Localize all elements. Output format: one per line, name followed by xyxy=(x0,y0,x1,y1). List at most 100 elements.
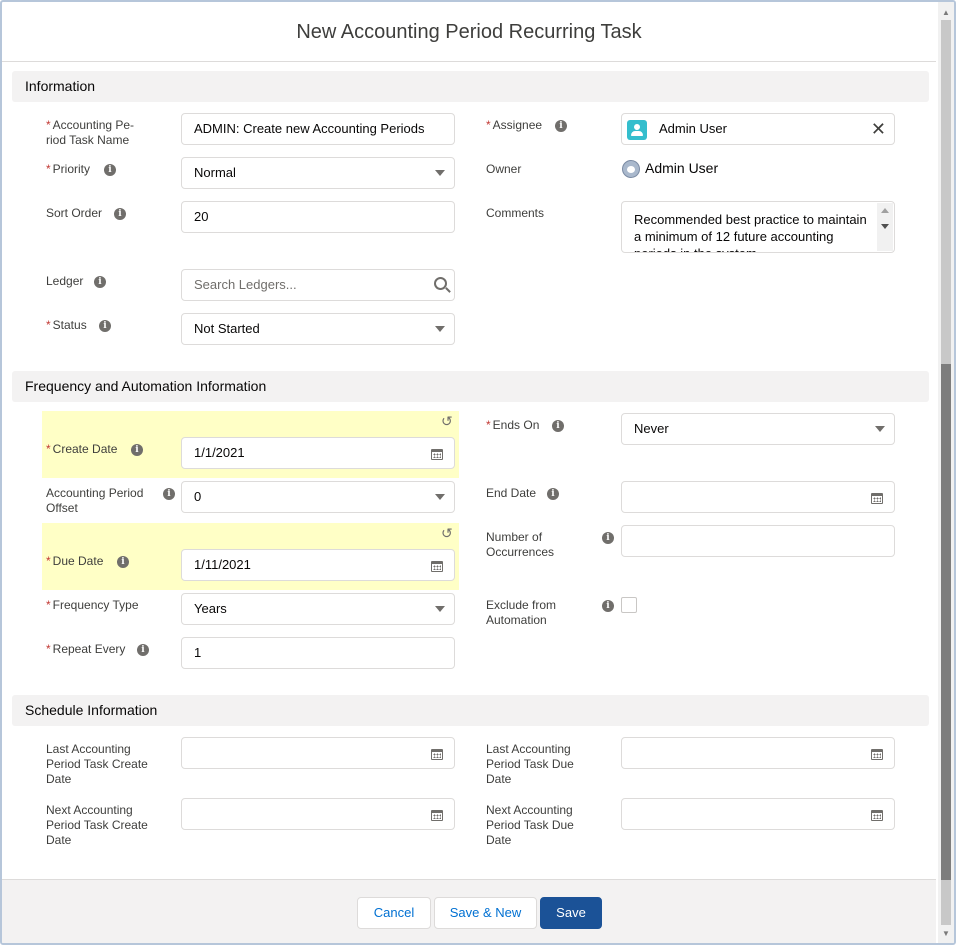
assignee-value: Admin User xyxy=(659,121,727,136)
comments-label: Comments xyxy=(486,206,545,220)
status-info-icon[interactable]: i xyxy=(99,320,111,332)
status-value: Not Started xyxy=(194,321,260,336)
next-due-date-label: Next Accounting Period Task Due Date xyxy=(486,803,574,847)
repeat-every-info-icon[interactable]: i xyxy=(137,644,149,656)
section-frequency[interactable]: Frequency and Automation Information xyxy=(12,371,929,402)
owner-value[interactable]: Admin User xyxy=(645,160,718,176)
ends-on-value: Never xyxy=(634,421,669,436)
ledger-search-input[interactable]: Search Ledgers... xyxy=(181,269,455,301)
scroll-thumb[interactable] xyxy=(941,364,951,880)
next-due-date-input[interactable] xyxy=(621,798,895,830)
sort-order-label: Sort Order xyxy=(46,206,103,220)
occurrences-input[interactable] xyxy=(621,525,895,557)
ledger-label: Ledger xyxy=(46,274,84,288)
calendar-icon[interactable] xyxy=(871,493,883,504)
ends-on-select[interactable]: Never xyxy=(621,413,895,445)
due-date-label: * Due Date xyxy=(46,554,104,568)
calendar-icon[interactable] xyxy=(871,810,883,821)
modal-header: New Accounting Period Recurring Task xyxy=(2,2,936,62)
exclude-automation-info-icon[interactable]: i xyxy=(602,600,614,612)
period-offset-value: 0 xyxy=(194,489,202,504)
page-scrollbar[interactable]: ▲ ▼ xyxy=(938,2,954,943)
calendar-icon[interactable] xyxy=(871,749,883,760)
avatar xyxy=(622,160,640,178)
exclude-automation-checkbox[interactable] xyxy=(621,597,637,613)
assignee-lookup[interactable]: Admin User ✕ xyxy=(621,113,895,145)
priority-value: Normal xyxy=(194,165,236,180)
undo-icon[interactable]: ↺ xyxy=(441,413,453,430)
calendar-icon[interactable] xyxy=(431,449,443,460)
chevron-down-icon xyxy=(875,426,885,432)
last-due-date-input[interactable] xyxy=(621,737,895,769)
create-date-value: 1/1/2021 xyxy=(194,445,245,460)
last-create-date-input[interactable] xyxy=(181,737,455,769)
next-create-date-label: Next Accounting Period Task Create Date xyxy=(46,803,148,847)
modal-title: New Accounting Period Recurring Task xyxy=(296,20,642,43)
save-button[interactable]: Save xyxy=(540,897,602,929)
due-date-value: 1/11/2021 xyxy=(194,557,251,572)
section-schedule[interactable]: Schedule Information xyxy=(12,695,929,726)
comments-textarea[interactable]: Recommended best practice to maintain a … xyxy=(621,201,895,253)
create-date-input[interactable]: 1/1/2021 xyxy=(181,437,455,469)
chevron-down-icon xyxy=(435,170,445,176)
owner-label: Owner xyxy=(486,162,522,176)
chevron-down-icon[interactable] xyxy=(881,224,889,229)
assignee-label: * Assignee xyxy=(486,118,543,132)
status-select[interactable]: Not Started xyxy=(181,313,455,345)
chevron-down-icon xyxy=(435,326,445,332)
exclude-automation-label: Exclude from Automation xyxy=(486,598,557,627)
priority-select[interactable]: Normal xyxy=(181,157,455,189)
repeat-every-label: * Repeat Every xyxy=(46,642,126,656)
status-label: * Status xyxy=(46,318,87,332)
undo-icon[interactable]: ↺ xyxy=(441,525,453,542)
due-date-input[interactable]: 1/11/2021 xyxy=(181,549,455,581)
assignee-info-icon[interactable]: i xyxy=(555,120,567,132)
repeat-every-input[interactable]: 1 xyxy=(181,637,455,669)
due-date-info-icon[interactable]: i xyxy=(117,556,129,568)
section-information[interactable]: Information xyxy=(12,71,929,102)
comments-value: Recommended best practice to maintain a … xyxy=(634,212,867,252)
save-and-new-button[interactable]: Save & New xyxy=(434,897,537,929)
close-icon[interactable]: ✕ xyxy=(871,119,886,139)
ends-on-info-icon[interactable]: i xyxy=(552,420,564,432)
ends-on-label: * Ends On xyxy=(486,418,540,432)
period-offset-select[interactable]: 0 xyxy=(181,481,455,513)
last-due-date-label: Last Accounting Period Task Due Date xyxy=(486,742,574,786)
calendar-icon[interactable] xyxy=(431,561,443,572)
modal: New Accounting Period Recurring Task Inf… xyxy=(0,0,956,945)
ledger-info-icon[interactable]: i xyxy=(94,276,106,288)
end-date-label: End Date xyxy=(486,486,537,500)
end-date-input[interactable] xyxy=(621,481,895,513)
create-date-info-icon[interactable]: i xyxy=(131,444,143,456)
priority-info-icon[interactable]: i xyxy=(104,164,116,176)
sort-order-info-icon[interactable]: i xyxy=(114,208,126,220)
end-date-info-icon[interactable]: i xyxy=(547,488,559,500)
next-create-date-input[interactable] xyxy=(181,798,455,830)
scroll-down-icon[interactable]: ▼ xyxy=(938,925,954,941)
frequency-type-value: Years xyxy=(194,601,227,616)
textarea-scrollbar[interactable] xyxy=(877,203,893,251)
priority-label: * Priority xyxy=(46,162,91,176)
scroll-up-icon[interactable]: ▲ xyxy=(938,4,954,20)
ledger-placeholder: Search Ledgers... xyxy=(194,277,297,292)
last-create-date-label: Last Accounting Period Task Create Date xyxy=(46,742,148,786)
user-icon xyxy=(627,120,647,140)
calendar-icon[interactable] xyxy=(431,810,443,821)
create-date-label: * Create Date xyxy=(46,442,118,456)
cancel-button[interactable]: Cancel xyxy=(357,897,431,929)
occurrences-info-icon[interactable]: i xyxy=(602,532,614,544)
sort-order-input[interactable]: 20 xyxy=(181,201,455,233)
period-offset-label: Accounting Period Offset xyxy=(46,486,144,515)
chevron-down-icon xyxy=(435,494,445,500)
calendar-icon[interactable] xyxy=(431,749,443,760)
chevron-up-icon[interactable] xyxy=(881,208,889,213)
period-offset-info-icon[interactable]: i xyxy=(163,488,175,500)
occurrences-label: Number of Occurrences xyxy=(486,530,555,559)
task-name-input[interactable]: ADMIN: Create new Accounting Periods xyxy=(181,113,455,145)
task-name-label: * Accounting Pe-riod Task Name xyxy=(46,118,135,147)
frequency-type-label: * Frequency Type xyxy=(46,598,139,612)
frequency-type-select[interactable]: Years xyxy=(181,593,455,625)
modal-footer: Cancel Save & New Save xyxy=(2,879,936,943)
chevron-down-icon xyxy=(435,606,445,612)
search-icon[interactable] xyxy=(434,277,447,290)
